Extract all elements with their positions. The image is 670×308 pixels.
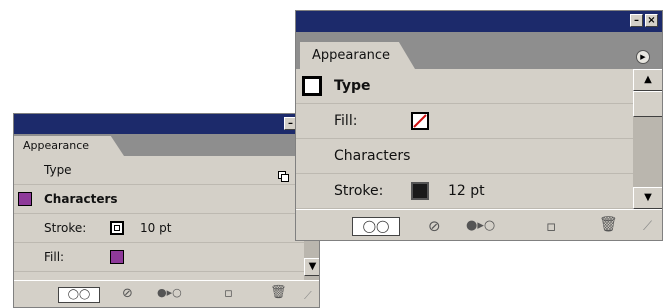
appearance-list: Type Fill: Characters Stroke: 12 pt xyxy=(296,69,633,209)
scroll-thumb[interactable] xyxy=(633,91,662,117)
panel-menu-icon[interactable]: ▶ xyxy=(636,50,650,64)
panel-title-bar[interactable]: – × xyxy=(296,11,662,32)
fill-none-swatch[interactable] xyxy=(411,112,429,130)
minimize-icon[interactable]: – xyxy=(630,14,643,27)
clear-icon[interactable]: ⊘ xyxy=(122,286,133,301)
stroke-fill-icon[interactable]: ◯◯ xyxy=(58,287,100,303)
appearance-panel-front: – × Appearance ▶ Type Fill: Characters S… xyxy=(295,10,663,241)
new-art-icon[interactable]: ●▸○ xyxy=(466,218,495,233)
resize-grip-icon[interactable]: ⟋ xyxy=(643,219,652,234)
list-item-stroke[interactable]: Stroke: 10 pt xyxy=(14,214,304,243)
scroll-up-icon[interactable]: ▲ xyxy=(633,69,662,91)
list-item-characters[interactable]: Characters xyxy=(14,185,304,214)
tab-appearance[interactable]: Appearance xyxy=(300,42,415,69)
stroke-weight: 12 pt xyxy=(448,183,485,199)
list-item-type[interactable]: Type xyxy=(14,156,304,185)
new-art-icon[interactable]: ●▸○ xyxy=(157,286,182,299)
list-item-stroke[interactable]: Stroke: 12 pt xyxy=(296,174,633,209)
trash-icon[interactable]: 🗑 xyxy=(599,215,618,233)
stroke-weight: 10 pt xyxy=(140,221,172,235)
trash-icon[interactable]: 🗑 xyxy=(270,285,287,300)
fill-swatch[interactable] xyxy=(110,250,124,264)
appearance-panel-back: – Appearance Type Characters Stroke: 10 … xyxy=(13,113,320,308)
duplicate-icon[interactable]: ▫ xyxy=(224,286,233,301)
row-label: Fill: xyxy=(334,113,358,129)
type-swatch xyxy=(302,76,322,96)
scrollbar[interactable]: ▲ ▼ xyxy=(633,69,662,209)
list-item-fill[interactable]: Fill: xyxy=(296,104,633,139)
list-item-type[interactable]: Type xyxy=(296,69,633,104)
stroke-swatch[interactable] xyxy=(411,182,429,200)
panel-footer: ◯◯ ⊘ ●▸○ ▫ 🗑 ⟋ xyxy=(296,209,662,240)
tab-appearance[interactable]: Appearance xyxy=(14,136,124,156)
row-label: Fill: xyxy=(44,250,65,264)
list-item-characters[interactable]: Characters xyxy=(296,139,633,174)
resize-grip-icon[interactable]: ⟋ xyxy=(304,289,312,303)
appearance-list: Type Characters Stroke: 10 pt Fill: xyxy=(14,156,304,272)
stroke-swatch[interactable] xyxy=(110,221,124,235)
stroke-fill-icon[interactable]: ◯◯ xyxy=(352,217,400,236)
clear-icon[interactable]: ⊘ xyxy=(428,217,441,235)
row-label: Type xyxy=(334,78,371,94)
color-swatch xyxy=(18,192,32,206)
panel-title-bar[interactable]: – xyxy=(14,114,319,134)
row-label: Stroke: xyxy=(44,221,87,235)
duplicate-icon[interactable]: ▫ xyxy=(546,217,556,235)
close-icon[interactable]: × xyxy=(645,14,658,27)
row-label: Characters xyxy=(44,192,118,206)
scroll-down-icon[interactable]: ▼ xyxy=(633,187,662,209)
row-label: Stroke: xyxy=(334,183,384,199)
panel-tab-strip: Appearance xyxy=(14,134,319,156)
row-label: Characters xyxy=(334,148,411,164)
scroll-down-icon[interactable]: ▼ xyxy=(304,258,319,276)
panel-footer: ◯◯ ⊘ ●▸○ ▫ 🗑 ⟋ xyxy=(14,280,319,307)
options-icon[interactable] xyxy=(278,164,289,182)
row-label: Type xyxy=(44,163,72,177)
panel-tab-strip: Appearance ▶ xyxy=(296,32,662,69)
list-item-fill[interactable]: Fill: xyxy=(14,243,304,272)
